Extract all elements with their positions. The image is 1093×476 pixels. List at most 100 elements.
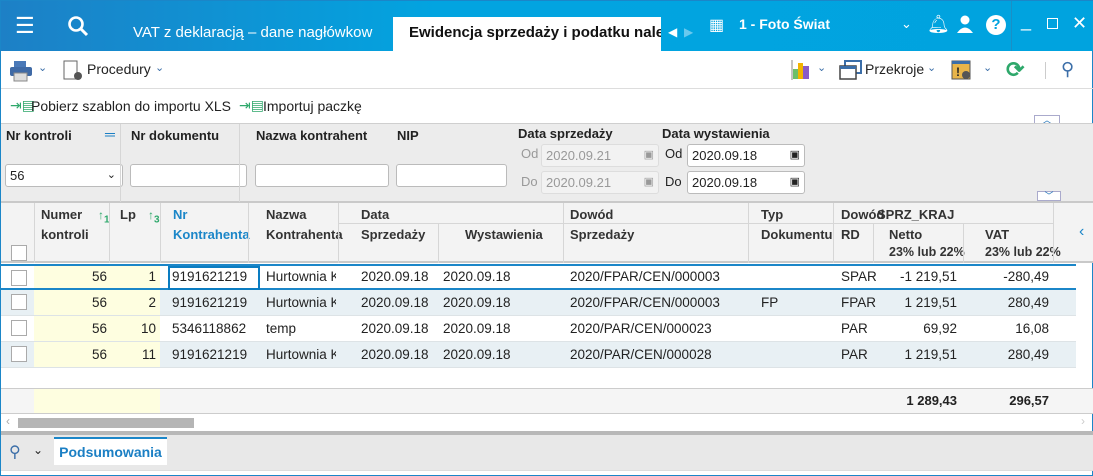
wystawienie-do-input[interactable]: 2020.09.18 ▣ [687, 171, 805, 194]
cell-vat[interactable]: 280,49 [963, 342, 1049, 367]
cell-rd[interactable]: SPAR [841, 266, 876, 288]
nr-kontroli-select[interactable]: 56 ⌄ [5, 164, 123, 187]
cell-dowod[interactable]: 2020/FPAR/CEN/000003 [570, 266, 745, 288]
expand-filters-button[interactable]: ﹀ [1037, 191, 1061, 201]
nr-dokumentu-input[interactable] [130, 164, 247, 187]
settings-warning-icon[interactable]: ! [951, 60, 973, 80]
minimize-icon[interactable]: _ [1021, 11, 1031, 32]
chart-icon[interactable] [791, 60, 813, 80]
header-kontroli[interactable]: kontroli [41, 225, 89, 245]
cell-netto[interactable]: 1 219,51 [873, 290, 957, 315]
cell-dowod[interactable]: 2020/FPAR/CEN/000003 [570, 290, 745, 315]
equals-icon[interactable]: ═ [105, 126, 115, 142]
sections-dropdown-icon[interactable]: ⌄ [927, 61, 936, 74]
cell-nr-kontrahenta[interactable]: 9191621219 [172, 290, 252, 315]
header-nazwa-kontrahenta[interactable]: Kontrahenta [266, 225, 343, 245]
cell-vat[interactable]: 16,08 [963, 316, 1049, 341]
search-icon[interactable] [67, 15, 89, 37]
header-nazwa[interactable]: Nazwa [266, 205, 306, 225]
cell-data-wystawienia[interactable]: 2020.09.18 [443, 316, 558, 341]
header-data-wystawienia[interactable]: Wystawienia [465, 225, 543, 245]
cell-nr-kontrahenta[interactable]: 5346118862 [172, 316, 252, 341]
cell-netto[interactable]: -1 219,51 [873, 266, 957, 288]
cell-data-sprzedazy[interactable]: 2020.09.18 [361, 316, 451, 341]
import-package-button[interactable]: Importuj paczkę [263, 98, 362, 114]
tab-podsumowania[interactable]: Podsumowania [54, 437, 167, 465]
sprzedaz-od-input[interactable]: 2020.09.21 ▣ [541, 144, 659, 167]
refresh-icon[interactable]: ⟳ [1006, 57, 1024, 83]
maximize-icon[interactable] [1047, 18, 1058, 29]
sort-asc-icon[interactable]: ↑3 [148, 205, 160, 230]
cell-lp[interactable]: 10 [111, 316, 156, 341]
header-rd[interactable]: RD [841, 225, 860, 245]
header-nr[interactable]: Nr [173, 205, 187, 225]
cell-data-sprzedazy[interactable]: 2020.09.18 [361, 290, 451, 315]
table-row[interactable]: 56 10 5346118862 temp 2020.09.18 2020.09.18 20… [1, 316, 1076, 342]
header-typ[interactable]: Typ [761, 205, 783, 225]
sprzedaz-do-input[interactable]: 2020.09.21 ▣ [541, 171, 659, 194]
nazwa-kontrahenta-input[interactable] [255, 164, 389, 187]
download-template-button[interactable]: Pobierz szablon do importu XLS [31, 98, 231, 114]
summary-view-icon[interactable]: ⚲ [9, 442, 21, 462]
cell-data-sprzedazy[interactable]: 2020.09.18 [361, 266, 451, 288]
row-checkbox[interactable] [11, 270, 27, 286]
row-checkbox[interactable] [11, 294, 27, 310]
wystawienie-od-input[interactable]: 2020.09.18 ▣ [687, 144, 805, 167]
cell-dowod[interactable]: 2020/PAR/CEN/000028 [570, 342, 745, 367]
cell-data-wystawienia[interactable]: 2020.09.18 [443, 342, 558, 367]
company-selector[interactable]: 1 - Foto Świat [739, 16, 830, 32]
help-icon[interactable]: ? [986, 15, 1006, 35]
header-kontrahenta[interactable]: Kontrahenta [173, 225, 250, 245]
procedures-button[interactable]: Procedury [87, 61, 151, 77]
header-typ-dokumentu[interactable]: Dokumentu [761, 225, 833, 245]
scrollbar-thumb[interactable] [18, 418, 194, 428]
header-lp[interactable]: Lp [120, 205, 136, 225]
scroll-right-icon[interactable]: › [1081, 414, 1085, 428]
row-checkbox[interactable] [11, 320, 27, 336]
collapse-filters-button[interactable]: ︿ [1034, 115, 1060, 125]
cell-nazwa[interactable]: Hurtownia Kat [266, 266, 336, 288]
company-dropdown-icon[interactable]: ⌄ [901, 16, 912, 32]
cell-typ[interactable]: FP [761, 290, 821, 315]
sections-button[interactable]: Przekroje [865, 61, 924, 77]
tab-sales-register[interactable]: Ewidencja sprzedaży i podatku należnego [393, 17, 661, 51]
print-dropdown-icon[interactable]: ⌄ [38, 61, 47, 74]
close-icon[interactable]: ✕ [1072, 13, 1087, 34]
apps-grid-icon[interactable]: ▦ [709, 15, 724, 35]
table-row[interactable]: 5619191621219Hurtownia Kat2020.09.182020… [1, 264, 1076, 290]
cell-nr-kontroli[interactable]: 56 [37, 342, 107, 367]
chart-dropdown-icon[interactable]: ⌄ [817, 61, 826, 74]
cell-nr-kontrahenta[interactable]: 9191621219 [172, 342, 252, 367]
cell-nr-kontroli[interactable]: 56 [37, 266, 107, 288]
cell-vat[interactable]: -280,49 [963, 266, 1049, 288]
chevron-left-icon[interactable]: ‹ [1079, 223, 1084, 241]
cell-data-wystawienia[interactable]: 2020.09.18 [443, 266, 558, 288]
cell-netto[interactable]: 1 219,51 [873, 342, 957, 367]
cell-dowod[interactable]: 2020/PAR/CEN/000023 [570, 316, 745, 341]
cell-nazwa[interactable]: temp [266, 316, 336, 341]
select-all-checkbox[interactable] [11, 245, 27, 261]
cell-data-sprzedazy[interactable]: 2020.09.18 [361, 342, 451, 367]
cell-nr-kontroli[interactable]: 56 [37, 290, 107, 315]
header-numer[interactable]: Numer [41, 205, 82, 225]
table-row[interactable]: 56119191621219Hurtownia Kat2020.09.18202… [1, 342, 1076, 368]
procedures-dropdown-icon[interactable]: ⌄ [155, 61, 164, 74]
tab-vat-header[interactable]: VAT z deklaracją – dane nagłówkowe [133, 17, 373, 51]
hamburger-menu-icon[interactable]: ☰ [15, 13, 35, 39]
cell-lp[interactable]: 1 [111, 266, 156, 288]
summary-dropdown-icon[interactable]: ⌄ [33, 443, 43, 457]
row-checkbox[interactable] [11, 346, 27, 362]
cell-nr-kontrahenta[interactable]: 9191621219 [172, 266, 252, 288]
cell-lp[interactable]: 2 [111, 290, 156, 315]
cell-vat[interactable]: 280,49 [963, 290, 1049, 315]
cell-lp[interactable]: 11 [111, 342, 156, 367]
search-filter-icon[interactable]: ⚲ [1061, 59, 1074, 80]
header-dowod-sprzedazy[interactable]: Sprzedaży [570, 225, 634, 245]
print-icon[interactable] [9, 60, 33, 82]
table-row[interactable]: 562 9191621219 Hurtownia Kat 2020.09.18 2020… [1, 290, 1076, 316]
nip-input[interactable] [396, 164, 507, 187]
cell-nazwa[interactable]: Hurtownia Kat [266, 290, 336, 315]
user-icon[interactable] [956, 15, 974, 33]
header-dowod[interactable]: Dowód [570, 205, 613, 225]
cell-rd[interactable]: FPAR [841, 290, 876, 315]
